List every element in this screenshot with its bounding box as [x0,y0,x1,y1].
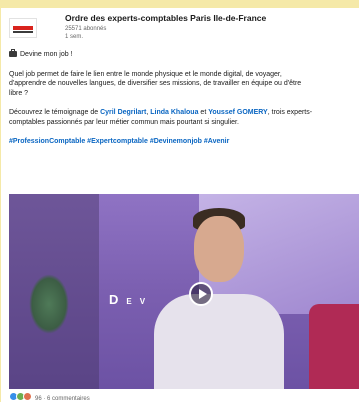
mention-youssef-gomery[interactable]: Youssef GOMERY [208,109,268,116]
post-header: Ordre des experts-comptables Paris Ile-d… [9,12,354,42]
post-time: 1 sem. [65,34,84,40]
mention-cyril-degrilart[interactable]: Cyril Degrilart [100,109,146,116]
p2-end: , trois experts- [267,109,313,116]
headline: Devine mon job ! [9,49,354,60]
video-background-chair [309,304,359,389]
video-background-plant [29,274,69,334]
linkedin-post: Ordre des experts-comptables Paris Ile-d… [1,8,359,402]
letter-d: D [109,292,127,307]
p2-sep2: et [198,109,209,116]
paragraph1-line1: Quel job permet de faire le lien entre l… [9,70,282,78]
paragraph1-line3: libre ? [9,89,29,97]
love-reaction-icon [23,392,32,401]
paragraph2-line2: comptables passionnés par leur métier co… [9,118,239,126]
play-button[interactable] [189,282,213,306]
letter-v: V [139,297,154,306]
headline-text: Devine mon job ! [20,51,73,58]
social-counts[interactable]: 96 · 6 commentaires [9,392,90,402]
author-name[interactable]: Ordre des experts-comptables Paris Ile-d… [65,13,266,23]
reaction-count[interactable]: 96 [35,396,42,402]
letter-e: E [126,297,140,306]
logo-red-band [13,26,33,30]
mention-linda-khaloua[interactable]: Linda Khaloua [150,109,198,116]
briefcase-icon [9,49,17,57]
company-logo[interactable] [9,18,37,38]
video-person-body [154,294,284,389]
hashtags[interactable]: #ProfessionComptable #Expertcomptable #D… [9,137,354,147]
logo-dark-bar [13,31,33,33]
follower-count: 25571 abonnés [65,26,107,32]
comment-count[interactable]: · 6 commentaires [43,396,89,402]
play-icon [199,289,207,299]
video-person-head [194,216,244,282]
paragraph1-line2: d'apprendre de nouvelles langues, de div… [9,80,302,87]
post-body: Devine mon job ! Quel job permet de fair… [9,49,354,147]
video-player[interactable]: DEV [9,194,359,389]
video-title-letters: DEV [109,292,153,307]
p2-start: Découvrez le témoignage de [9,109,101,116]
paragraph2-line1: Découvrez le témoignage de Cyril Degrila… [9,108,354,118]
